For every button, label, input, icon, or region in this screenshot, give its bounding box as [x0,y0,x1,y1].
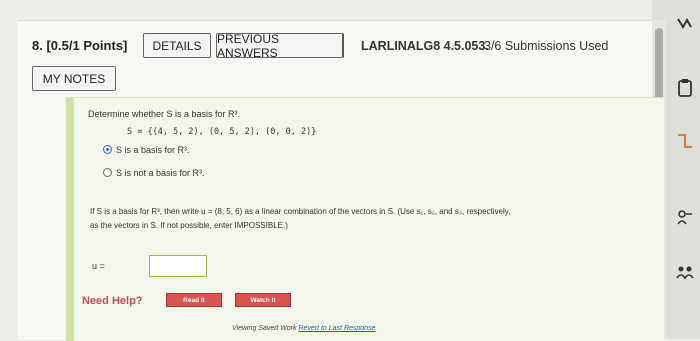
problem-prompt: Determine whether S is a basis for R³. [88,109,241,119]
radio-not-basis[interactable] [103,168,112,177]
share-icon[interactable] [672,206,698,228]
question-code: LARLINALG8 4.5.053. [361,39,489,53]
question-number: 8. [32,38,43,53]
instruction-line-1: If S is a basis for R³, then write u = (… [90,207,511,216]
u-answer-input[interactable] [149,255,207,277]
revert-link[interactable]: Revert to Last Response [298,325,375,332]
clipboard-icon[interactable] [672,77,698,99]
question-card: 8. [0.5/1 Points] DETAILS PREVIOUS ANSWE… [18,20,664,341]
question-points: [0.5/1 Points] [46,38,128,53]
my-notes-button[interactable]: MY NOTES [32,66,116,91]
instruction-line-2: as the vectors in S. If not possible, en… [90,221,288,230]
submissions-used: 3/6 Submissions Used [484,39,609,53]
folder-icon[interactable] [672,130,698,152]
chevron-icon[interactable] [672,12,698,34]
people-icon[interactable] [672,262,698,284]
watch-it-button[interactable]: Watch It [235,293,291,307]
read-it-button[interactable]: Read It [166,293,222,307]
viewing-saved-work: Viewing Saved Work [232,325,297,332]
need-help-label: Need Help? [82,295,143,307]
question-header: 8. [0.5/1 Points] [32,38,127,53]
option-basis-label: S is a basis for R³. [116,145,190,155]
u-label: u = [92,261,105,271]
option-not-basis-label: S is not a basis for R³. [116,168,205,178]
saved-work-status: Viewing Saved Work Revert to Last Respon… [232,325,375,332]
details-button[interactable]: DETAILS [143,33,211,58]
problem-panel: Determine whether S is a basis for R³. S… [66,97,664,341]
previous-answers-button[interactable]: PREVIOUS ANSWERS [216,32,344,60]
radio-basis[interactable] [103,145,112,154]
set-definition: S = {(4, 5, 2), (0, 5, 2), (0, 0, 2)} [127,127,317,137]
